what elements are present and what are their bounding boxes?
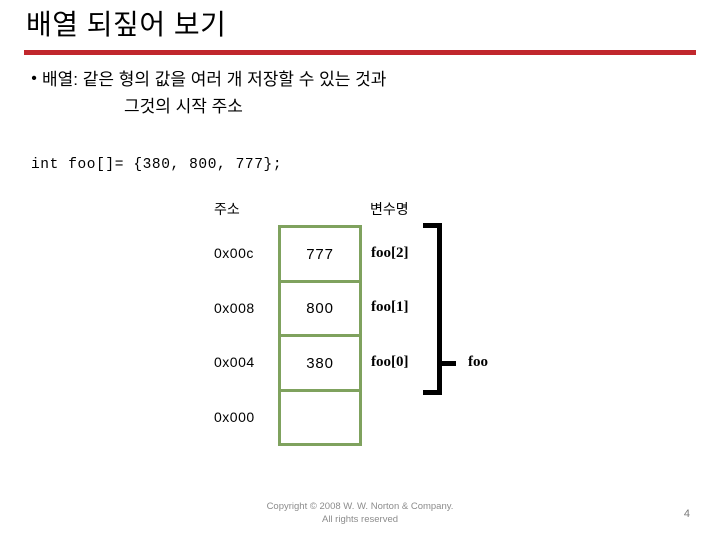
column-header-address: 주소: [214, 201, 240, 217]
variable-label-row-1: foo[1]: [371, 299, 409, 315]
column-header-variable-name: 변수명: [370, 201, 409, 217]
memory-cell-value-0: 777: [306, 245, 334, 263]
address-label-row-0: 0x00c: [214, 245, 254, 261]
copyright-line-1: Copyright © 2008 W. W. Norton & Company.: [266, 501, 454, 512]
memory-cell-row-2: 380: [281, 337, 359, 392]
memory-cell-row-3: [281, 392, 359, 443]
variable-label-row-0: foo[2]: [371, 245, 409, 261]
footer-copyright: Copyright © 2008 W. W. Norton & Company.…: [0, 500, 720, 526]
memory-layout-diagram: 주소 변수명 0x00c 0x008 0x004 0x000 777 800 3…: [0, 0, 720, 540]
memory-cell-row-1: 800: [281, 283, 359, 337]
brace-center-tick: [442, 361, 456, 366]
brace-bottom-arm: [423, 390, 442, 395]
variable-label-row-2: foo[0]: [371, 354, 409, 370]
memory-cell-row-0: 777: [281, 228, 359, 283]
memory-box: 777 800 380: [278, 225, 362, 446]
memory-cell-value-2: 380: [306, 354, 334, 372]
brace-vertical-stroke: [437, 223, 442, 395]
copyright-line-2: All rights reserved: [321, 514, 399, 525]
page-number: 4: [683, 508, 690, 520]
array-grouping-brace-icon: [418, 218, 458, 396]
brace-top-arm: [423, 223, 442, 228]
memory-cell-value-1: 800: [306, 300, 334, 317]
address-label-row-1: 0x008: [214, 300, 255, 316]
array-name-label: foo: [468, 354, 488, 370]
address-label-row-2: 0x004: [214, 354, 255, 370]
address-label-row-3: 0x000: [214, 409, 255, 425]
slide-canvas: 배열 되짚어 보기 • 배열: 같은 형의 값을 여러 개 저장할 수 있는 것…: [0, 0, 720, 540]
